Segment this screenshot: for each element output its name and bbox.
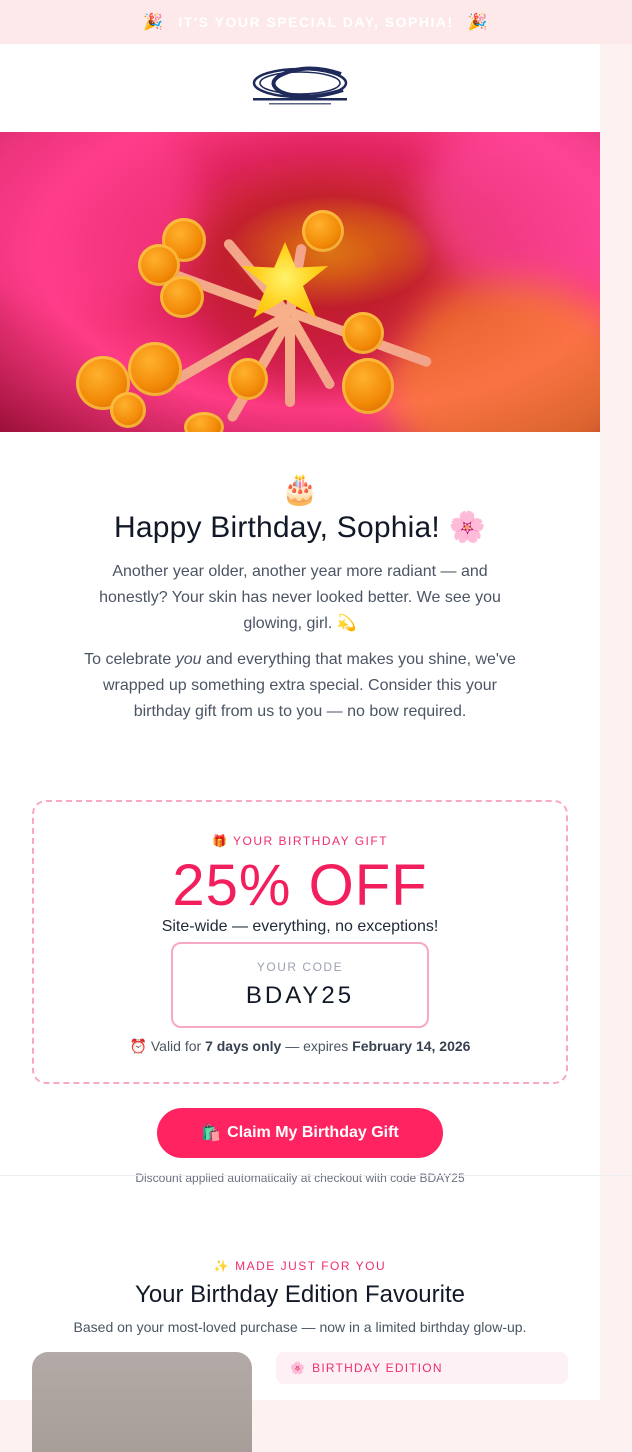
section-subtitle: Based on your most-loved purchase — now … xyxy=(73,1319,527,1335)
greeting-section: 🎂 Happy Birthday, Sophia! 🌸 Another year… xyxy=(0,432,600,725)
section-title: Your Birthday Edition Favourite xyxy=(135,1281,465,1308)
banner-text: IT'S YOUR SPECIAL DAY, SOPHIA! xyxy=(178,14,454,30)
promo-code-box[interactable]: YOUR CODE BDAY25 xyxy=(171,942,429,1028)
alarm-clock-icon: ⏰ xyxy=(129,1038,147,1054)
dizzy-icon: 💫 xyxy=(336,615,357,632)
section-eyebrow: ✨ MADE JUST FOR YOU xyxy=(0,1259,600,1273)
party-popper-icon: 🎉 xyxy=(467,14,490,31)
intro-text: Another year older, another year more ra… xyxy=(99,563,501,632)
validity-note: ⏰ Valid for 7 days only — expires Februa… xyxy=(34,1038,566,1055)
claim-gift-button[interactable]: 🛍️ Claim My Birthday Gift xyxy=(157,1108,443,1158)
cherry-blossom-icon: 🌸 xyxy=(290,1361,307,1375)
headline: Happy Birthday, Sophia! 🌸 xyxy=(40,510,560,545)
gift-eyebrow-text: YOUR BIRTHDAY GIFT xyxy=(233,834,389,848)
gift-coupon-box: 🎁 YOUR BIRTHDAY GIFT 25% OFF Site-wide —… xyxy=(32,800,568,1084)
validity-mid: — expires xyxy=(285,1038,349,1054)
validity-duration: 7 days only xyxy=(205,1038,282,1054)
intro-paragraph: Another year older, another year more ra… xyxy=(40,559,560,637)
section-divider xyxy=(0,1175,632,1176)
celebrate-text-pre: To celebrate xyxy=(84,651,172,668)
product-image[interactable] xyxy=(32,1352,252,1452)
party-popper-icon: 🎉 xyxy=(142,14,165,31)
discount-amount: 25% OFF xyxy=(172,853,428,918)
badge-text: BIRTHDAY EDITION xyxy=(312,1361,443,1375)
headline-text: Happy Birthday, Sophia! xyxy=(113,511,440,544)
cherry-blossom-icon: 🌸 xyxy=(448,511,486,544)
checkout-note: Discount applied automatically at checko… xyxy=(135,1171,465,1185)
shopping-bags-icon: 🛍️ xyxy=(201,1125,222,1142)
email-card: 🎂 Happy Birthday, Sophia! 🌸 Another year… xyxy=(0,44,600,1452)
gift-eyebrow: 🎁 YOUR BIRTHDAY GIFT xyxy=(34,834,566,848)
celebrate-paragraph: To celebrate you and everything that mak… xyxy=(40,647,560,725)
company-logo[interactable] xyxy=(245,66,355,110)
validity-pre: Valid for xyxy=(150,1038,202,1054)
celebrate-text-emphasis: you xyxy=(175,651,202,668)
logo-row xyxy=(0,44,600,132)
section-eyebrow-text: MADE JUST FOR YOU xyxy=(235,1259,387,1273)
flower-macro-image xyxy=(0,132,600,432)
promo-code[interactable]: BDAY25 xyxy=(246,982,354,1010)
sparkles-icon: ✨ xyxy=(213,1259,231,1273)
gift-icon: 🎁 xyxy=(211,834,229,848)
birthday-cake-icon: 🎂 xyxy=(281,473,319,506)
discount-subtitle: Site-wide — everything, no exceptions! xyxy=(161,918,439,935)
announcement-banner: 🎉 IT'S YOUR SPECIAL DAY, SOPHIA! 🎉 xyxy=(0,0,632,44)
recommendation-section: ✨ MADE JUST FOR YOU Your Birthday Editio… xyxy=(0,1259,600,1335)
code-label: YOUR CODE xyxy=(256,960,344,974)
claim-gift-label: Claim My Birthday Gift xyxy=(227,1124,399,1141)
expiry-date: February 14, 2026 xyxy=(352,1038,471,1054)
birthday-edition-badge: 🌸 BIRTHDAY EDITION xyxy=(276,1352,568,1384)
